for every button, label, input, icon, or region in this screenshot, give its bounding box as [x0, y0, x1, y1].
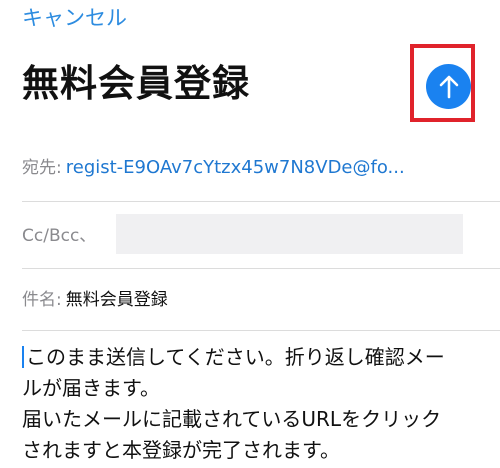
subject-value[interactable]: 無料会員登録 — [66, 290, 168, 310]
page-title: 無料会員登録 — [22, 62, 250, 105]
to-label: 宛先: — [22, 158, 62, 178]
cancel-button[interactable]: キャンセル — [22, 4, 127, 32]
cc-bcc-label: Cc/Bcc、 — [22, 226, 97, 246]
text-caret — [22, 346, 24, 368]
to-address[interactable]: regist-E9OAv7cYtzx45w7N8VDe@fo... — [66, 157, 405, 178]
send-button[interactable] — [426, 64, 471, 109]
body-line-4: されますと本登録が完了されます。 — [22, 438, 340, 462]
body-line-1-text: このまま送信してください。折り返し確認メー — [26, 345, 445, 369]
body-line-1: このまま送信してください。折り返し確認メー — [22, 342, 498, 373]
body-line-3: 届いたメールに記載されているURLをクリック — [22, 407, 442, 431]
subject-field-row[interactable]: 件名: 無料会員登録 — [22, 286, 168, 314]
divider — [22, 330, 500, 331]
to-field-row[interactable]: 宛先: regist-E9OAv7cYtzx45w7N8VDe@fo... — [22, 154, 405, 182]
body-line-2: ルが届きます。 — [22, 376, 160, 400]
cc-bcc-redacted-value — [116, 214, 463, 254]
divider — [22, 268, 500, 269]
subject-label: 件名: — [22, 290, 62, 310]
message-body[interactable]: このまま送信してください。折り返し確認メー ルが届きます。 届いたメールに記載さ… — [22, 342, 498, 466]
cc-bcc-field[interactable]: Cc/Bcc、 — [22, 218, 96, 254]
arrow-up-icon — [439, 75, 458, 98]
divider — [22, 201, 500, 202]
